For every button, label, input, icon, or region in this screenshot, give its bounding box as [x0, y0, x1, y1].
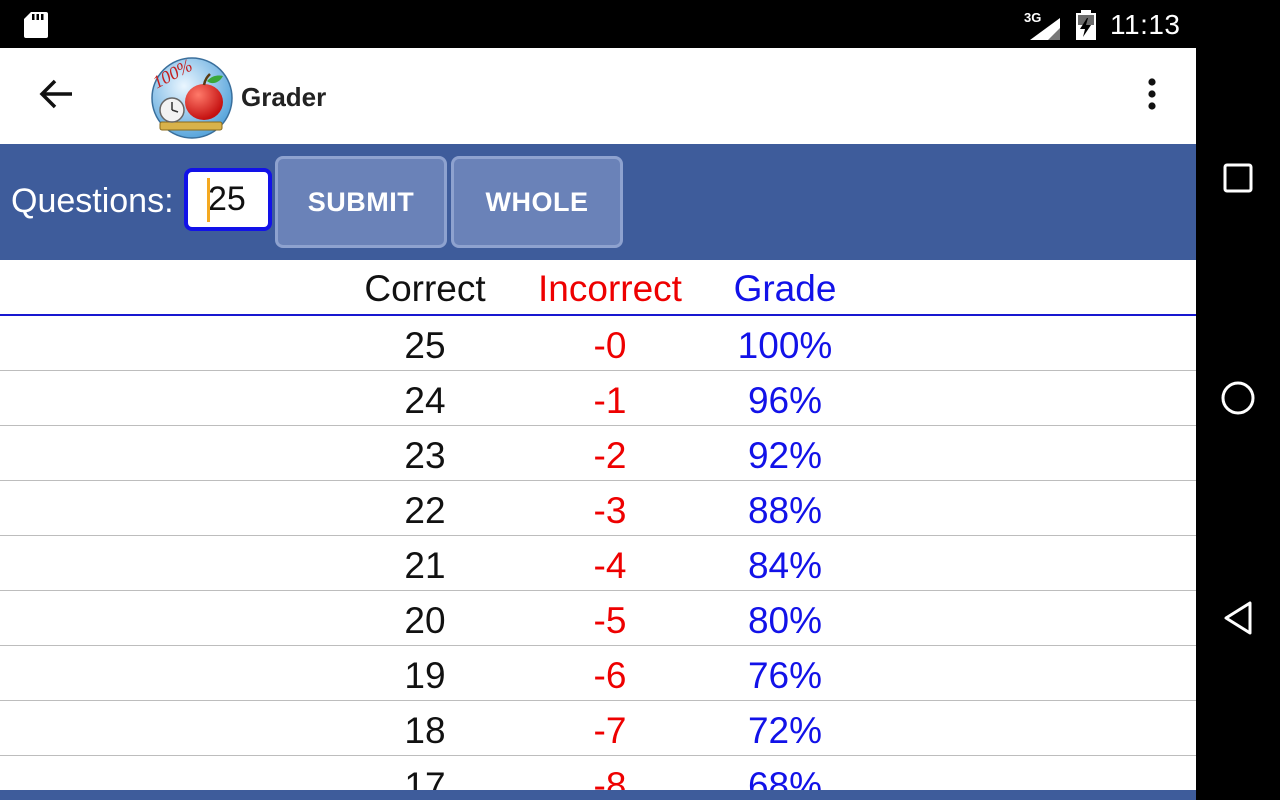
- grade-cell: 100%: [737, 325, 833, 366]
- grade-table[interactable]: 25 -0 100% 24 -1 96% 23 -2 92% 22 -3 88%…: [0, 316, 1196, 790]
- incorrect-cell: -7: [593, 710, 627, 751]
- navigation-bar: [1196, 0, 1280, 800]
- text-cursor: [207, 178, 210, 222]
- grade-cell: 88%: [747, 490, 823, 531]
- incorrect-cell: -5: [593, 600, 627, 641]
- correct-cell: 18: [404, 710, 446, 751]
- table-header: Correct Incorrect Grade: [0, 260, 1196, 316]
- app-title: Grader: [241, 82, 327, 112]
- status-bar: 3G 11:13: [0, 0, 1196, 48]
- correct-cell: 20: [404, 600, 446, 641]
- home-icon: [1220, 380, 1256, 421]
- incorrect-cell: -8: [593, 765, 627, 790]
- back-nav-button[interactable]: [1214, 596, 1262, 644]
- grade-cell: 84%: [747, 545, 823, 586]
- table-row[interactable]: 20 -5 80%: [0, 591, 1196, 646]
- grade-cell: 92%: [747, 435, 823, 476]
- grade-cell: 72%: [747, 710, 823, 751]
- table-row[interactable]: 21 -4 84%: [0, 536, 1196, 591]
- submit-button[interactable]: SUBMIT: [275, 156, 447, 248]
- incorrect-cell: -0: [593, 325, 627, 366]
- battery-charging-icon: [1074, 10, 1098, 45]
- header-grade: Grade: [733, 268, 837, 309]
- header-incorrect: Incorrect: [538, 268, 682, 309]
- incorrect-cell: -4: [593, 545, 627, 586]
- home-button[interactable]: [1214, 376, 1262, 424]
- toolbar: 100% Grader: [0, 48, 1196, 144]
- table-row[interactable]: 17 -8 68%: [0, 756, 1196, 790]
- grade-cell: 80%: [747, 600, 823, 641]
- sd-card-icon: [24, 12, 48, 43]
- device-screen: 3G 11:13 100% Grader Questions: 25 SUBMI…: [0, 0, 1280, 800]
- table-row[interactable]: 24 -1 96%: [0, 371, 1196, 426]
- table-row[interactable]: 25 -0 100%: [0, 316, 1196, 371]
- correct-cell: 21: [404, 545, 446, 586]
- correct-cell: 23: [404, 435, 446, 476]
- correct-cell: 17: [404, 765, 446, 790]
- incorrect-cell: -1: [593, 380, 627, 421]
- correct-cell: 25: [404, 325, 446, 366]
- grade-cell: 96%: [747, 380, 823, 421]
- header-correct: Correct: [364, 268, 486, 309]
- incorrect-cell: -3: [593, 490, 627, 531]
- whole-button[interactable]: WHOLE: [451, 156, 623, 248]
- questions-label: Questions:: [11, 182, 174, 220]
- incorrect-cell: -2: [593, 435, 627, 476]
- back-arrow-icon: [38, 78, 74, 115]
- back-button[interactable]: [28, 72, 84, 120]
- correct-cell: 19: [404, 655, 446, 696]
- overflow-menu-icon: [1147, 77, 1157, 116]
- recents-icon: [1222, 162, 1254, 199]
- grade-cell: 68%: [747, 765, 823, 790]
- signal-icon: [1030, 18, 1060, 45]
- overflow-menu-button[interactable]: [1128, 72, 1176, 120]
- bottom-bar: [0, 790, 1196, 800]
- table-row[interactable]: 19 -6 76%: [0, 646, 1196, 701]
- grade-cell: 76%: [747, 655, 823, 696]
- app-logo: 100%: [148, 52, 236, 140]
- back-nav-icon: [1222, 600, 1254, 641]
- questions-input[interactable]: [184, 168, 272, 231]
- table-row[interactable]: 22 -3 88%: [0, 481, 1196, 536]
- clock: 11:13: [1110, 9, 1181, 40]
- correct-cell: 24: [404, 380, 446, 421]
- correct-cell: 22: [404, 490, 446, 531]
- signal-indicator: 3G: [1024, 8, 1060, 40]
- table-row[interactable]: 18 -7 72%: [0, 701, 1196, 756]
- incorrect-cell: -6: [593, 655, 627, 696]
- recents-button[interactable]: [1214, 156, 1262, 204]
- app-content: 100% Grader Questions: SUBMIT WHOLE: [0, 48, 1196, 800]
- questions-panel: Questions: SUBMIT WHOLE: [0, 144, 1196, 260]
- table-row[interactable]: 23 -2 92%: [0, 426, 1196, 481]
